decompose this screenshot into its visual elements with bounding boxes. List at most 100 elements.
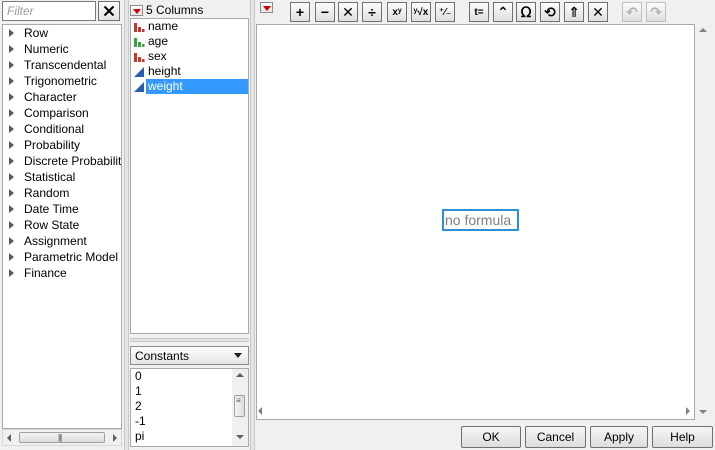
constant-item[interactable]: 2 <box>131 399 248 414</box>
cancel-button[interactable]: Cancel <box>525 426 586 448</box>
constants-dropdown[interactable]: Constants <box>130 346 249 365</box>
function-category-item[interactable]: Trigonometric <box>3 73 121 89</box>
root-button[interactable]: ʸ√x <box>411 2 431 22</box>
function-category-item[interactable]: Probability <box>3 137 121 153</box>
help-button[interactable]: Help <box>652 426 713 448</box>
column-item-height[interactable]: height <box>131 64 248 79</box>
function-category-label: Random <box>24 186 70 200</box>
function-category-label: Date Time <box>24 202 79 216</box>
function-category-item[interactable]: Row <box>3 25 121 41</box>
scrollbar-thumb[interactable]: ≡ <box>234 395 245 417</box>
undo-button[interactable]: ↶ <box>622 2 642 22</box>
expand-triangle-icon[interactable] <box>9 45 14 53</box>
multiply-button[interactable]: ✕ <box>338 2 358 22</box>
function-category-label: Transcendental <box>24 58 107 72</box>
no-formula-placeholder[interactable]: no formula <box>442 209 519 231</box>
ok-button[interactable]: OK <box>461 426 521 448</box>
function-category-item[interactable]: Random <box>3 185 121 201</box>
local-variable-button[interactable]: ᘯ <box>516 2 536 22</box>
function-category-item[interactable]: Statistical <box>3 169 121 185</box>
power-button[interactable]: xʸ <box>387 2 407 22</box>
expand-triangle-icon[interactable] <box>9 237 14 245</box>
clear-filter-button[interactable] <box>98 1 120 21</box>
expand-triangle-icon[interactable] <box>9 93 14 101</box>
delete-button[interactable]: ✕ <box>588 2 608 22</box>
expand-triangle-icon[interactable] <box>9 141 14 149</box>
expand-triangle-icon[interactable] <box>9 29 14 37</box>
function-category-label: Numeric <box>24 42 69 56</box>
left-splitter[interactable] <box>124 0 129 450</box>
assign-button[interactable]: t= <box>469 2 489 22</box>
scrollbar-thumb[interactable]: ||| <box>19 432 105 443</box>
expand-triangle-icon[interactable] <box>9 109 14 117</box>
undo-icon: ↶ <box>626 3 638 20</box>
scroll-left-icon[interactable] <box>7 434 11 442</box>
function-category-item[interactable]: Conditional <box>3 121 121 137</box>
expand-triangle-icon[interactable] <box>9 253 14 261</box>
expand-triangle-icon[interactable] <box>9 125 14 133</box>
redo-button[interactable]: ↷ <box>646 2 666 22</box>
filter-input[interactable] <box>2 1 96 21</box>
unwrap-button[interactable]: ⇑ <box>564 2 584 22</box>
nominal-column-icon <box>133 21 146 33</box>
function-category-item[interactable]: Row State <box>3 217 121 233</box>
expand-triangle-icon[interactable] <box>9 221 14 229</box>
function-category-item[interactable]: Finance <box>3 265 121 281</box>
function-category-item[interactable]: Comparison <box>3 105 121 121</box>
column-item-age[interactable]: age <box>131 34 248 49</box>
expand-triangle-icon[interactable] <box>9 77 14 85</box>
multiply-icon: ✕ <box>342 3 354 20</box>
expand-triangle-icon[interactable] <box>9 173 14 181</box>
function-browser-panel: Row Numeric Transcendental Trigonometric Cha… <box>0 0 124 450</box>
function-category-item[interactable]: Character <box>3 89 121 105</box>
right-splitter[interactable] <box>250 0 255 450</box>
expand-triangle-icon[interactable] <box>9 189 14 197</box>
formula-editor-menu-icon[interactable] <box>260 2 273 13</box>
function-category-item[interactable]: Numeric <box>3 41 121 57</box>
function-category-label: Character <box>24 90 77 104</box>
function-category-item[interactable]: Assignment <box>3 233 121 249</box>
divide-button[interactable]: ÷ <box>362 2 382 22</box>
function-category-item[interactable]: Parametric Model <box>3 249 121 265</box>
function-category-label: Finance <box>24 266 67 280</box>
minus-icon: − <box>320 4 330 20</box>
divide-icon: ÷ <box>368 4 376 20</box>
constant-item[interactable]: 1 <box>131 384 248 399</box>
function-category-label: Parametric Model <box>24 250 119 264</box>
expand-triangle-icon[interactable] <box>9 157 14 165</box>
scroll-down-icon[interactable] <box>236 435 244 439</box>
column-item-label: name <box>148 19 179 33</box>
plus-button[interactable]: + <box>290 2 310 22</box>
function-category-label: Statistical <box>24 170 76 184</box>
middle-splitter[interactable] <box>130 338 249 342</box>
swap-button[interactable]: ⟲ <box>540 2 560 22</box>
constant-item[interactable]: 0 <box>131 369 248 384</box>
function-category-item[interactable]: Transcendental <box>3 57 121 73</box>
scroll-up-icon[interactable] <box>236 373 244 377</box>
power-icon: xʸ <box>392 6 402 18</box>
function-list-horizontal-scrollbar[interactable]: ||| <box>2 429 122 446</box>
peel-button[interactable]: ⌃ <box>493 2 513 22</box>
constant-item[interactable]: -1 <box>131 414 248 429</box>
constant-item[interactable]: pi <box>131 429 248 444</box>
function-category-label: Row <box>24 26 49 40</box>
scroll-right-icon[interactable] <box>113 434 117 442</box>
expand-triangle-icon[interactable] <box>9 205 14 213</box>
constants-vertical-scrollbar[interactable]: ≡ <box>232 369 248 446</box>
expand-triangle-icon[interactable] <box>9 269 14 277</box>
column-item-weight[interactable]: weight <box>131 79 248 94</box>
scroll-right-icon[interactable] <box>686 407 690 415</box>
scroll-left-icon[interactable] <box>258 407 262 415</box>
expand-triangle-icon[interactable] <box>9 61 14 69</box>
column-item-sex[interactable]: sex <box>131 49 248 64</box>
column-item-name[interactable]: name <box>131 19 248 34</box>
plus-minus-button[interactable]: ⁺⁄₋ <box>435 2 455 22</box>
scroll-up-icon[interactable] <box>699 28 707 32</box>
minus-button[interactable]: − <box>315 2 335 22</box>
apply-button[interactable]: Apply <box>590 426 648 448</box>
scroll-down-icon[interactable] <box>699 410 707 414</box>
columns-header: 5 Columns <box>130 2 250 18</box>
columns-menu-icon[interactable] <box>130 4 143 16</box>
function-category-item[interactable]: Discrete Probability <box>3 153 121 169</box>
function-category-item[interactable]: Date Time <box>3 201 121 217</box>
